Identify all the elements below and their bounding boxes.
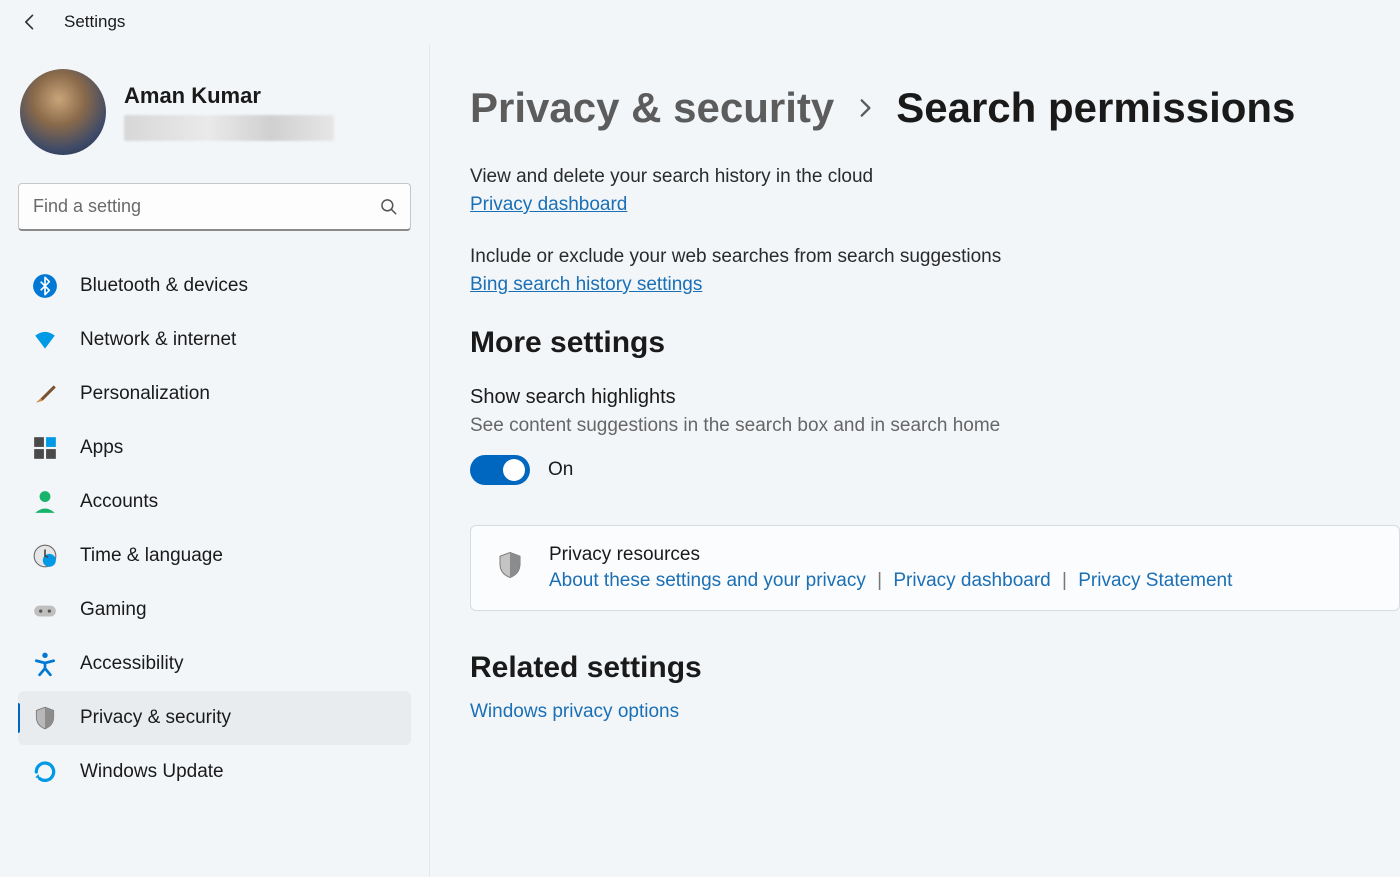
separator: | [871, 570, 888, 591]
sidebar-item-label: Time & language [80, 545, 223, 567]
sidebar-item-network[interactable]: Network & internet [18, 313, 411, 367]
bluetooth-icon [32, 273, 58, 299]
main-content: Privacy & security Search permissions Vi… [430, 44, 1400, 877]
sidebar-item-privacy[interactable]: Privacy & security [18, 691, 411, 745]
sidebar-item-apps[interactable]: Apps [18, 421, 411, 475]
sidebar-item-label: Network & internet [80, 329, 236, 351]
privacy-resources-title: Privacy resources [549, 544, 1232, 566]
sidebar-item-label: Bluetooth & devices [80, 275, 248, 297]
shield-icon [495, 550, 525, 580]
user-email-redacted [124, 115, 334, 141]
privacy-resources-links: About these settings and your privacy | … [549, 570, 1232, 592]
gamepad-icon [32, 597, 58, 623]
user-name: Aman Kumar [124, 83, 334, 109]
header-bar: Settings [0, 0, 1400, 44]
sidebar-item-accessibility[interactable]: Accessibility [18, 637, 411, 691]
search-highlights-toggle[interactable] [470, 455, 530, 485]
avatar [20, 69, 106, 155]
sidebar-item-bluetooth[interactable]: Bluetooth & devices [18, 259, 411, 313]
sidebar-item-label: Windows Update [80, 761, 224, 783]
back-button[interactable] [20, 12, 40, 32]
sidebar-item-label: Accessibility [80, 653, 183, 675]
clock-globe-icon [32, 543, 58, 569]
cloud-history-desc: View and delete your search history in t… [470, 166, 1400, 188]
sidebar-item-label: Personalization [80, 383, 210, 405]
separator: | [1056, 570, 1073, 591]
page-title: Search permissions [896, 84, 1295, 132]
shield-icon [32, 705, 58, 731]
search-highlights-title: Show search highlights [470, 386, 1400, 409]
sidebar-item-label: Gaming [80, 599, 147, 621]
app-title: Settings [64, 12, 125, 32]
search-input[interactable] [18, 183, 411, 231]
accessibility-icon [32, 651, 58, 677]
sidebar-item-time[interactable]: Time & language [18, 529, 411, 583]
sidebar: Aman Kumar Bluetooth & devic [0, 44, 430, 877]
search-icon[interactable] [379, 197, 399, 217]
breadcrumb-parent[interactable]: Privacy & security [470, 84, 834, 132]
privacy-dashboard-link-2[interactable]: Privacy dashboard [893, 570, 1050, 591]
privacy-statement-link[interactable]: Privacy Statement [1078, 570, 1232, 591]
sidebar-item-label: Accounts [80, 491, 158, 513]
more-settings-heading: More settings [470, 326, 1400, 360]
windows-privacy-options-link[interactable]: Windows privacy options [470, 701, 679, 722]
chevron-right-icon [852, 95, 878, 121]
bing-history-link[interactable]: Bing search history settings [470, 274, 702, 295]
paintbrush-icon [32, 381, 58, 407]
update-icon [32, 759, 58, 785]
sidebar-item-personalization[interactable]: Personalization [18, 367, 411, 421]
user-account-row[interactable]: Aman Kumar [18, 69, 411, 155]
sidebar-item-accounts[interactable]: Accounts [18, 475, 411, 529]
search-highlights-sub: See content suggestions in the search bo… [470, 415, 1400, 437]
apps-icon [32, 435, 58, 461]
sidebar-item-gaming[interactable]: Gaming [18, 583, 411, 637]
sidebar-item-label: Apps [80, 437, 123, 459]
related-settings-heading: Related settings [470, 651, 1400, 685]
wifi-icon [32, 327, 58, 353]
toggle-state-label: On [548, 459, 573, 481]
about-settings-privacy-link[interactable]: About these settings and your privacy [549, 570, 866, 591]
person-icon [32, 489, 58, 515]
privacy-dashboard-link[interactable]: Privacy dashboard [470, 194, 627, 215]
sidebar-item-update[interactable]: Windows Update [18, 745, 411, 799]
search-wrap [18, 183, 411, 231]
bing-desc: Include or exclude your web searches fro… [470, 246, 1400, 268]
sidebar-item-label: Privacy & security [80, 707, 231, 729]
privacy-resources-card: Privacy resources About these settings a… [470, 525, 1400, 611]
breadcrumb: Privacy & security Search permissions [470, 84, 1400, 132]
